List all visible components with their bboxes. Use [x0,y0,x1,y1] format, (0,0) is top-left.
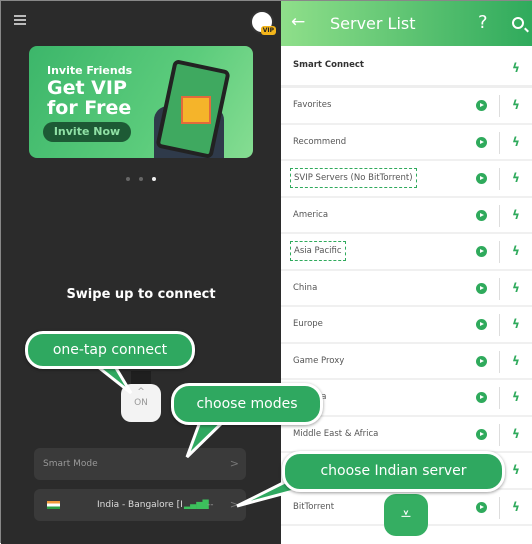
callout-modes: choose modes [171,383,323,425]
callout-server: choose Indian server [282,451,505,492]
callout-one-tap: one-tap connect [25,331,195,369]
